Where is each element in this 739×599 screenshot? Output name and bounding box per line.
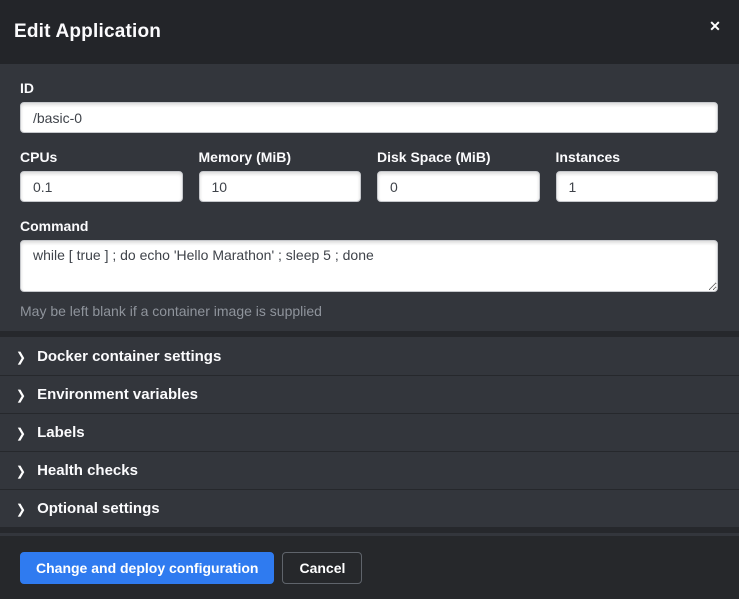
- cpus-field-group: CPUs: [20, 149, 183, 202]
- section-label: Health checks: [37, 462, 138, 479]
- chevron-right-icon: ❯: [16, 387, 26, 402]
- disk-field-group: Disk Space (MiB): [377, 149, 540, 202]
- section-health-checks[interactable]: ❯ Health checks: [0, 451, 739, 489]
- cancel-button[interactable]: Cancel: [282, 552, 362, 584]
- command-help-text: May be left blank if a container image i…: [20, 303, 718, 319]
- chevron-right-icon: ❯: [16, 425, 26, 440]
- cpus-label: CPUs: [20, 149, 183, 165]
- command-textarea[interactable]: while [ true ] ; do echo 'Hello Marathon…: [20, 240, 718, 292]
- chevron-right-icon: ❯: [16, 463, 26, 478]
- section-label: Docker container settings: [37, 348, 221, 365]
- memory-input[interactable]: [199, 171, 362, 202]
- section-environment-variables[interactable]: ❯ Environment variables: [0, 375, 739, 413]
- section-labels[interactable]: ❯ Labels: [0, 413, 739, 451]
- modal-header: Edit Application ✕: [0, 0, 739, 64]
- section-label: Labels: [37, 424, 85, 441]
- chevron-right-icon: ❯: [16, 349, 26, 364]
- instances-input[interactable]: [556, 171, 719, 202]
- section-optional-settings[interactable]: ❯ Optional settings: [0, 489, 739, 527]
- id-field-group: ID: [20, 80, 718, 133]
- section-docker-container-settings[interactable]: ❯ Docker container settings: [0, 337, 739, 375]
- command-label: Command: [20, 218, 718, 234]
- disk-input[interactable]: [377, 171, 540, 202]
- id-label: ID: [20, 80, 718, 96]
- memory-field-group: Memory (MiB): [199, 149, 362, 202]
- section-label: Optional settings: [37, 500, 160, 517]
- instances-field-group: Instances: [556, 149, 719, 202]
- instances-label: Instances: [556, 149, 719, 165]
- accordion-sections: ❯ Docker container settings ❯ Environmen…: [0, 331, 739, 533]
- modal-footer: Change and deploy configuration Cancel: [0, 536, 739, 599]
- modal-title: Edit Application: [14, 21, 161, 43]
- section-label: Environment variables: [37, 386, 198, 403]
- chevron-right-icon: ❯: [16, 501, 26, 516]
- id-input[interactable]: [20, 102, 718, 133]
- command-field-group: Command while [ true ] ; do echo 'Hello …: [20, 218, 718, 319]
- close-icon[interactable]: ✕: [705, 16, 725, 36]
- memory-label: Memory (MiB): [199, 149, 362, 165]
- change-and-deploy-button[interactable]: Change and deploy configuration: [20, 552, 274, 584]
- resources-row: CPUs Memory (MiB) Disk Space (MiB) Insta…: [20, 149, 718, 202]
- disk-label: Disk Space (MiB): [377, 149, 540, 165]
- modal-body: ID CPUs Memory (MiB) Disk Space (MiB) In…: [0, 64, 739, 536]
- cpus-input[interactable]: [20, 171, 183, 202]
- edit-application-modal: Edit Application ✕ ID CPUs Memory (MiB) …: [0, 0, 739, 599]
